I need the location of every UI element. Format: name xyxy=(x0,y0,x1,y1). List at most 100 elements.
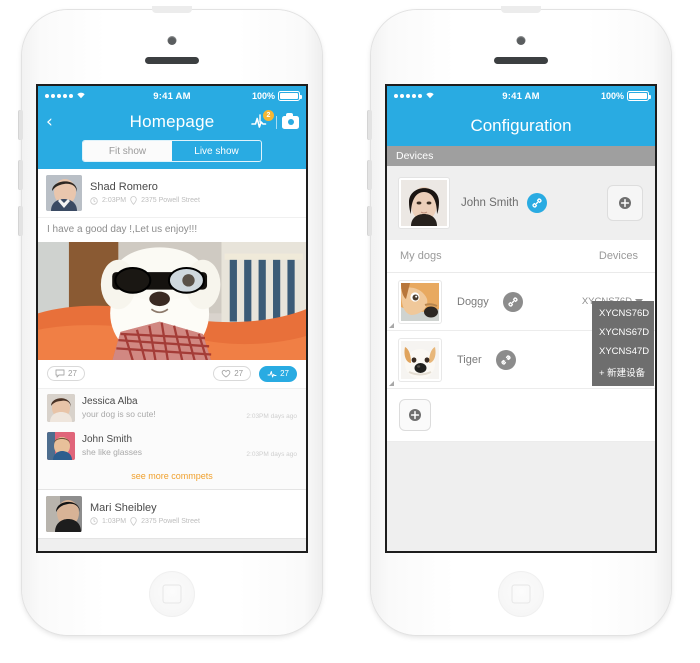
comment-body: Jessica Alba your dog is so cute! xyxy=(82,396,239,419)
device-dropdown-menu[interactable]: XYCNS76D XYCNS67D XYCNS47D + 新建设备 xyxy=(592,301,654,386)
avatar xyxy=(47,431,75,460)
pin-icon xyxy=(130,196,137,205)
clock-icon xyxy=(90,517,98,526)
add-device-button[interactable] xyxy=(399,399,431,431)
add-device-row xyxy=(387,389,655,442)
pin-icon xyxy=(130,517,137,526)
like-button[interactable]: 27 xyxy=(213,366,252,382)
volume-down-button[interactable] xyxy=(19,206,23,236)
broken-link-icon[interactable] xyxy=(495,349,516,370)
post-author: Mari Sheibley xyxy=(90,501,157,514)
battery-icon xyxy=(627,91,652,101)
post-location: 2375 Powell Street xyxy=(141,517,200,525)
post-meta: Mari Sheibley 1:03PM 2375 Powell Street xyxy=(90,502,298,526)
avatar xyxy=(47,393,75,422)
dropdown-option-0[interactable]: XYCNS76D xyxy=(592,304,654,323)
post-card: Mari Sheibley 1:03PM 2375 Powell Street xyxy=(38,489,306,539)
table-row: Doggy XYCNS76D XYCNS76D xyxy=(387,273,655,386)
tab-live-show[interactable]: Live show xyxy=(172,141,261,161)
status-right-group: 100% xyxy=(600,91,652,101)
earpiece-speaker xyxy=(145,57,199,64)
post-location: 2375 Powell Street xyxy=(141,197,200,204)
battery-percent: 100% xyxy=(251,91,275,101)
user-name: John Smith xyxy=(461,197,519,209)
link-icon[interactable] xyxy=(526,193,547,213)
notification-badge: 2 xyxy=(263,110,274,121)
post-actions: 27 27 27 xyxy=(38,360,306,388)
device-pet-name: Doggy xyxy=(457,295,489,308)
post-submeta: 1:03PM 2375 Powell Street xyxy=(90,517,298,526)
front-camera xyxy=(516,36,526,45)
comment-time: 2:03PM days ago xyxy=(246,412,297,420)
tab-my-dogs[interactable]: My dogs xyxy=(387,250,442,262)
clock-icon xyxy=(90,196,98,205)
battery-percent: 100% xyxy=(600,91,624,101)
avatar[interactable] xyxy=(46,175,82,211)
silent-switch[interactable] xyxy=(368,110,372,140)
see-more-comments-link[interactable]: see more commpets xyxy=(38,465,306,489)
status-right-group: 100% xyxy=(251,91,303,101)
section-header-devices: Devices xyxy=(387,146,655,166)
post-meta: Shad Romero 2:03PM 2375 Powell Street xyxy=(90,181,298,205)
comment-text: your dog is so cute! xyxy=(82,409,156,420)
home-button[interactable] xyxy=(149,571,195,617)
phone-device-left: 9:41 AM 100% ‹ Homepage 2 Fit show Live … xyxy=(19,6,322,635)
avatar[interactable] xyxy=(389,338,441,386)
back-button[interactable]: ‹ xyxy=(46,113,53,131)
link-icon[interactable] xyxy=(502,291,523,312)
navbar-homepage: ‹ Homepage 2 xyxy=(38,106,306,138)
phone-top-notch xyxy=(501,6,541,13)
dropdown-option-new-device[interactable]: + 新建设备 xyxy=(592,361,654,383)
pulse-icon[interactable]: 2 xyxy=(251,110,274,131)
post-time: 2:03PM xyxy=(102,197,127,204)
camera-icon[interactable] xyxy=(282,113,299,129)
home-button[interactable] xyxy=(498,571,544,617)
front-camera xyxy=(167,36,177,45)
comment-time: 2:03PM days ago xyxy=(246,450,297,458)
screen-configuration: 9:41 AM 100% Configuration Devices John … xyxy=(387,86,655,551)
configuration-empty-area xyxy=(387,442,655,551)
post-header: Mari Sheibley 1:03PM 2375 Powell Street xyxy=(38,490,306,538)
phone-device-right: 9:41 AM 100% Configuration Devices John … xyxy=(368,6,671,635)
volume-down-button[interactable] xyxy=(368,206,372,236)
comment-list: Jessica Alba your dog is so cute! 2:03PM… xyxy=(38,387,306,489)
feed-list[interactable]: Shad Romero 2:03PM 2375 Powell Street I … xyxy=(38,169,306,551)
status-bar-left: 9:41 AM 100% xyxy=(38,86,306,106)
navbar-configuration: Configuration xyxy=(387,106,655,146)
share-button[interactable]: 27 xyxy=(259,365,297,382)
heart-icon xyxy=(221,370,231,378)
post-card: Shad Romero 2:03PM 2375 Powell Street I … xyxy=(38,169,306,490)
comment-author: John Smith xyxy=(82,434,133,446)
tab-fit-show[interactable]: Fit show xyxy=(83,141,172,161)
navbar-divider xyxy=(276,115,277,129)
segmented-control-wrapper: Fit show Live show xyxy=(38,138,306,169)
comment-author: Jessica Alba xyxy=(82,396,138,408)
post-header: Shad Romero 2:03PM 2375 Powell Street xyxy=(38,169,306,217)
volume-up-button[interactable] xyxy=(19,160,23,190)
post-author: Shad Romero xyxy=(90,181,158,193)
battery-icon xyxy=(278,91,303,101)
volume-up-button[interactable] xyxy=(368,160,372,190)
avatar[interactable] xyxy=(389,280,441,328)
device-tabs: My dogs Devices xyxy=(387,240,655,273)
comment-body: John Smith she like glasses xyxy=(82,434,239,457)
tab-devices[interactable]: Devices xyxy=(599,250,655,262)
dropdown-option-2[interactable]: XYCNS47D xyxy=(592,342,654,361)
navbar-actions: 2 xyxy=(251,110,299,131)
avatar[interactable] xyxy=(46,495,82,532)
comment-button[interactable]: 27 xyxy=(47,366,85,382)
list-item[interactable]: Jessica Alba your dog is so cute! 2:03PM… xyxy=(38,389,306,427)
avatar[interactable] xyxy=(399,178,449,228)
dropdown-option-1[interactable]: XYCNS67D xyxy=(592,323,654,342)
share-pulse-icon xyxy=(267,370,277,378)
device-pet-name: Tiger xyxy=(457,353,482,366)
post-image[interactable] xyxy=(38,242,306,360)
silent-switch[interactable] xyxy=(19,110,23,140)
screen-homepage: 9:41 AM 100% ‹ Homepage 2 Fit show Live … xyxy=(38,86,306,551)
add-user-button[interactable] xyxy=(607,185,643,221)
comment-text: she like glasses xyxy=(82,447,143,458)
configuration-body: John Smith My dogs Devices Doggy XYCNS76… xyxy=(387,166,655,551)
like-count: 27 xyxy=(234,369,244,379)
comment-icon xyxy=(55,369,65,378)
list-item[interactable]: John Smith she like glasses 2:03PM days … xyxy=(38,427,306,465)
